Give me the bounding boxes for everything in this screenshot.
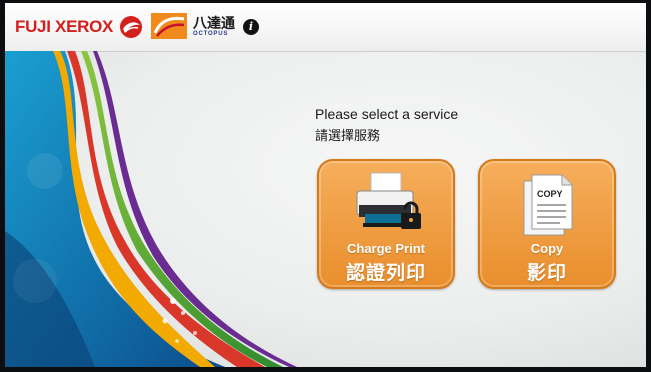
- kiosk-screen: FUJI XEROX 八達通 OCTOPUS i Please select a…: [5, 3, 646, 367]
- octopus-logo: 八達通 OCTOPUS: [151, 13, 235, 39]
- charge-print-button[interactable]: Charge Print 認證列印: [317, 159, 455, 289]
- copy-label-zh: 影印: [526, 263, 567, 284]
- copy-icon-text: COPY: [537, 189, 563, 199]
- charge-print-label-zh: 認證列印: [345, 263, 426, 284]
- prompt-text-en: Please select a service: [315, 106, 459, 122]
- decorative-swirl-background: [5, 51, 297, 367]
- copy-button[interactable]: COPY Copy 影印: [478, 159, 616, 289]
- printer-lock-icon: [356, 172, 421, 229]
- brand-text: FUJI XEROX: [15, 17, 114, 36]
- prompt-text-zh: 請選擇服務: [315, 128, 381, 143]
- service-prompt: Please select a service 請選擇服務: [315, 106, 458, 144]
- info-icon[interactable]: i: [243, 19, 259, 35]
- copy-label-en: Copy: [530, 241, 564, 256]
- octopus-mark-icon: [151, 13, 187, 39]
- charge-print-label-en: Charge Print: [346, 241, 425, 256]
- fuji-xerox-swirl-icon: [120, 16, 143, 38]
- octopus-name-cn: 八達通: [193, 14, 235, 31]
- octopus-name-en: OCTOPUS: [193, 30, 229, 37]
- header-bar: FUJI XEROX 八達通 OCTOPUS i: [5, 3, 646, 52]
- fuji-xerox-logo: FUJI XEROX: [15, 15, 143, 39]
- copy-document-icon: COPY: [523, 174, 573, 236]
